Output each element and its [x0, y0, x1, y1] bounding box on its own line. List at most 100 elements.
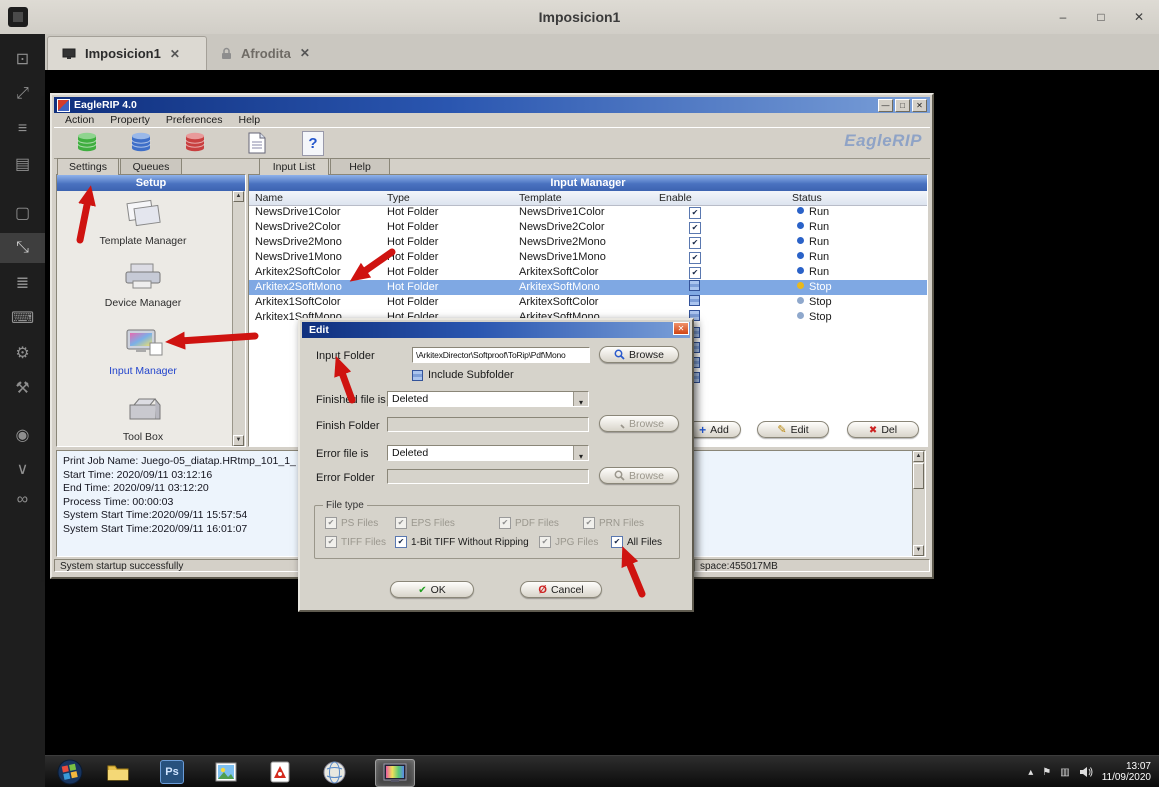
display-icon[interactable]: ▥ — [1060, 767, 1069, 778]
enable-checkbox[interactable] — [689, 267, 701, 279]
collapse-icon[interactable]: ∨ — [0, 454, 45, 484]
move-icon[interactable]: ⊡ — [0, 44, 45, 74]
dropdown-arrow-icon[interactable] — [573, 392, 588, 406]
input-manager-icon[interactable] — [128, 130, 154, 156]
minimize-button[interactable]: – — [1055, 9, 1071, 25]
setup-item-device-manager[interactable]: Device Manager — [57, 261, 229, 309]
dynamic-resolution-icon[interactable]: ▢ — [0, 198, 45, 228]
del-button[interactable]: Del — [847, 421, 919, 438]
enable-checkbox[interactable] — [689, 222, 701, 234]
table-row[interactable]: NewsDrive1Color Hot Folder NewsDrive1Col… — [249, 205, 927, 220]
close-button[interactable]: ✕ — [1131, 9, 1147, 25]
error-file-select[interactable]: Deleted — [387, 445, 589, 461]
enable-checkbox[interactable] — [689, 295, 700, 306]
image-viewer-button[interactable] — [211, 759, 241, 785]
eaglerip-taskbar-button[interactable] — [375, 759, 415, 787]
minimize-button[interactable]: — — [878, 99, 893, 112]
help-icon[interactable]: ? — [300, 130, 326, 156]
explorer-button[interactable] — [103, 759, 133, 785]
filetype-prn-files[interactable]: PRN Files — [583, 517, 644, 529]
start-input-icon[interactable] — [74, 130, 100, 156]
grab-icon[interactable]: ≣ — [0, 268, 45, 298]
tab-help[interactable]: Help — [330, 158, 390, 174]
col-enable[interactable]: Enable — [659, 191, 692, 205]
filetype-tiff-files[interactable]: TIFF Files — [325, 536, 386, 548]
table-row-selected[interactable]: Arkitex2SoftMono Hot Folder ArkitexSoftM… — [249, 280, 927, 295]
browse-input-folder-button[interactable]: Browse — [599, 346, 679, 363]
cancel-button[interactable]: Cancel — [520, 581, 602, 598]
taskbar-clock[interactable]: 13:07 11/09/2020 — [1102, 761, 1151, 784]
filetype-jpg-files[interactable]: JPG Files — [539, 536, 598, 548]
menu-property[interactable]: Property — [103, 113, 157, 127]
maximize-button[interactable]: □ — [895, 99, 910, 112]
menu-icon[interactable]: ≡ — [0, 114, 45, 144]
filetype-1bit-tiff[interactable]: 1-Bit TIFF Without Ripping — [395, 536, 529, 548]
table-row[interactable]: NewsDrive2Color Hot Folder NewsDrive2Col… — [249, 220, 927, 235]
panel-toggle-icon[interactable]: ▤ — [0, 149, 45, 179]
fullscreen-icon[interactable]: ⤢ — [0, 79, 45, 109]
setup-item-template-manager[interactable]: Template Manager — [57, 197, 229, 247]
browse-finish-folder-button: Browse — [599, 415, 679, 432]
close-button[interactable]: ✕ — [912, 99, 927, 112]
start-button[interactable] — [55, 759, 85, 785]
tab-queues[interactable]: Queues — [120, 158, 182, 174]
table-row[interactable]: Arkitex1SoftColor Hot Folder ArkitexSoft… — [249, 295, 927, 310]
add-button[interactable]: Add — [687, 421, 741, 438]
table-row[interactable]: Arkitex2SoftColor Hot Folder ArkitexSoft… — [249, 265, 927, 280]
setup-item-input-manager[interactable]: Input Manager — [57, 327, 229, 377]
remote-toolbar: ⊡ ⤢ ≡ ▤ ▢ ⤡ ≣ ⌨ ⚙ ⚒ ◉ ∨ ∞ — [0, 34, 45, 787]
enable-checkbox[interactable] — [689, 207, 701, 219]
menu-help[interactable]: Help — [232, 113, 268, 127]
tab-close-icon[interactable]: ✕ — [300, 46, 310, 60]
scrollbar-thumb[interactable] — [913, 463, 924, 489]
keyboard-icon[interactable]: ⌨ — [0, 303, 45, 333]
document-icon[interactable] — [244, 130, 270, 156]
menu-preferences[interactable]: Preferences — [159, 113, 230, 127]
col-type[interactable]: Type — [387, 191, 410, 205]
enable-checkbox[interactable] — [689, 252, 701, 264]
edit-button[interactable]: Edit — [757, 421, 829, 438]
filetype-ps-files[interactable]: PS Files — [325, 517, 378, 529]
filetype-pdf-files[interactable]: PDF Files — [499, 517, 559, 529]
pdf-reader-button[interactable] — [265, 759, 295, 785]
maximize-button[interactable]: □ — [1093, 9, 1109, 25]
finished-file-select[interactable]: Deleted — [387, 391, 589, 407]
enable-checkbox[interactable] — [689, 237, 701, 249]
col-name[interactable]: Name — [255, 191, 283, 205]
tray-expand-icon[interactable]: ▴ — [1028, 767, 1033, 778]
filetype-eps-files[interactable]: EPS Files — [395, 517, 455, 529]
ok-button[interactable]: OK — [390, 581, 474, 598]
input-folder-field[interactable]: \ArkitexDirector\Softproof\ToRip\Pdf\Mon… — [412, 347, 590, 363]
notification-icon[interactable]: ⚑ — [1042, 767, 1051, 778]
edit-dialog-titlebar[interactable]: Edit — [302, 322, 690, 338]
setup-item-tool-box[interactable]: Tool Box — [57, 393, 229, 443]
scale-icon[interactable]: ⤡ — [0, 233, 45, 263]
table-row[interactable]: NewsDrive2Mono Hot Folder NewsDrive2Mono… — [249, 235, 927, 250]
log-scrollbar[interactable]: ▲ ▼ — [912, 451, 925, 556]
include-subfolder-checkbox[interactable]: Include Subfolder — [412, 369, 514, 381]
tab-input-list[interactable]: Input List — [259, 158, 329, 175]
tab-close-icon[interactable]: ✕ — [170, 47, 180, 61]
eaglerip-titlebar[interactable]: EagleRIP 4.0 — □ ✕ — [54, 97, 930, 113]
checkbox-icon — [539, 536, 551, 548]
table-row[interactable]: NewsDrive1Mono Hot Folder NewsDrive1Mono… — [249, 250, 927, 265]
dropdown-arrow-icon[interactable] — [573, 446, 588, 460]
stop-input-icon[interactable] — [182, 130, 208, 156]
col-template[interactable]: Template — [519, 191, 562, 205]
tools-icon[interactable]: ⚒ — [0, 373, 45, 403]
volume-icon[interactable] — [1079, 766, 1093, 778]
tab-settings[interactable]: Settings — [57, 158, 119, 175]
enable-checkbox[interactable] — [689, 280, 700, 291]
disconnect-icon[interactable]: ∞ — [0, 485, 45, 515]
photoshop-button[interactable]: Ps — [157, 759, 187, 785]
preferences-icon[interactable]: ⚙ — [0, 338, 45, 368]
close-button[interactable]: ✕ — [673, 322, 689, 335]
screenshot-icon[interactable]: ◉ — [0, 420, 45, 450]
tab-afrodita[interactable]: Afrodita ✕ — [207, 36, 343, 70]
tab-imposicion1[interactable]: Imposicion1 ✕ — [47, 36, 207, 70]
menu-action[interactable]: Action — [58, 113, 101, 127]
setup-scrollbar[interactable]: ▲ ▼ — [232, 191, 245, 446]
col-status[interactable]: Status — [792, 191, 822, 205]
browser-button[interactable] — [319, 759, 349, 785]
filetype-all-files[interactable]: All Files — [611, 536, 662, 548]
